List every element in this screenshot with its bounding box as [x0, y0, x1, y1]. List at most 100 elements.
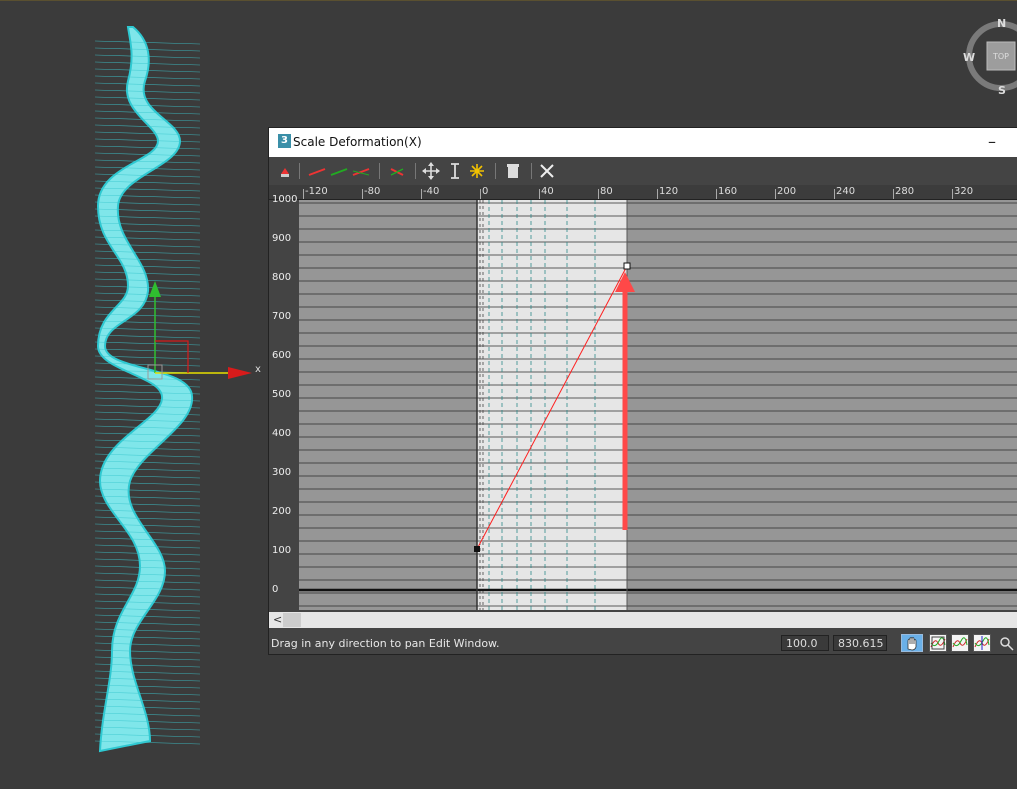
mesh-segment — [94, 614, 201, 619]
mesh-segment — [94, 75, 201, 80]
insert-corner-point-icon[interactable] — [467, 161, 487, 181]
mesh-segment — [94, 264, 201, 269]
graph-area[interactable]: 1000 900 800 700 600 500 400 300 200 100 0 — [269, 194, 1017, 610]
control-point-end[interactable] — [623, 262, 631, 270]
compass-west: W — [963, 51, 975, 64]
ruler-tick — [303, 189, 304, 199]
ruler-tick — [539, 189, 540, 199]
gizmo-xy-plane[interactable] — [155, 340, 189, 373]
ruler-label: 320 — [954, 186, 974, 197]
mesh-segment — [94, 649, 201, 654]
ruler: -120 -80 -40 0 40 80 120 160 200 240 280 320 — [269, 185, 1017, 200]
mesh-segment — [94, 89, 201, 94]
ruler-label: 280 — [895, 186, 915, 197]
ruler-tick — [480, 189, 481, 199]
scroll-left-icon[interactable]: < — [273, 613, 282, 627]
display-x-axis-icon[interactable] — [307, 161, 327, 181]
swap-curves-icon[interactable] — [387, 161, 407, 181]
hand-icon — [907, 637, 917, 651]
mesh-segment — [94, 523, 201, 528]
mesh-segment — [94, 334, 201, 339]
gizmo-y-arrow-icon[interactable] — [149, 281, 161, 297]
gizmo-x-arrow-icon[interactable] — [228, 367, 252, 379]
zoom-horizontal-extents-button[interactable] — [951, 634, 969, 652]
curve-zoom-icon — [930, 636, 946, 650]
ruler-label: -80 — [364, 186, 381, 197]
zoom-region-button[interactable] — [997, 634, 1015, 652]
scale-deformation-dialog: 3 Scale Deformation(X) – -120 -80 -40 0 40 80… — [268, 127, 1017, 655]
viewcube[interactable]: TOP N W S — [958, 17, 1017, 97]
horizontal-scrollbar[interactable]: < — [269, 612, 1017, 628]
ruler-label: -120 — [305, 186, 328, 197]
move-control-point-icon[interactable] — [421, 161, 441, 181]
ruler-tick — [716, 189, 717, 199]
toolbar-separator — [415, 163, 416, 179]
ruler-label: 160 — [718, 186, 738, 197]
curve-plot[interactable] — [299, 200, 1017, 610]
y-label: 700 — [272, 311, 292, 322]
dialog-titlebar[interactable]: 3 Scale Deformation(X) – — [269, 128, 1017, 157]
compass-north: N — [997, 17, 1006, 30]
app-icon: 3 — [278, 134, 291, 148]
compass-south: S — [998, 84, 1006, 97]
delete-control-point-icon[interactable] — [503, 161, 523, 181]
mesh-segment — [94, 348, 201, 353]
active-range — [477, 200, 627, 610]
mesh-segment — [94, 621, 201, 626]
scroll-thumb[interactable] — [283, 613, 301, 627]
y-label: 600 — [272, 350, 292, 361]
ruler-tick — [421, 189, 422, 199]
mesh-segment — [94, 635, 201, 640]
mesh-segment — [94, 306, 201, 311]
minimize-button[interactable]: – — [981, 131, 1003, 153]
curve-zoom-h-icon — [952, 637, 968, 648]
mesh-segment — [94, 628, 201, 633]
y-label: 1000 — [272, 194, 298, 205]
mesh-segment — [94, 341, 201, 346]
y-label: 0 — [272, 584, 279, 595]
ruler-tick — [362, 189, 363, 199]
curve-zoom-v-icon — [974, 636, 990, 650]
gizmo-x-label: x — [255, 364, 261, 375]
plot-background — [299, 200, 1017, 610]
mesh-segment — [94, 96, 201, 101]
lock-aspect-icon[interactable] — [275, 161, 295, 181]
toolbar-separator — [379, 163, 380, 179]
mesh-segment — [94, 257, 201, 262]
viewcube-face-label: TOP — [992, 52, 1009, 61]
ruler-label: 0 — [482, 186, 489, 197]
y-label: 200 — [272, 506, 292, 517]
ruler-tick — [893, 189, 894, 199]
road-mesh[interactable] — [94, 26, 201, 753]
ruler-label: 80 — [600, 186, 613, 197]
y-label: 500 — [272, 389, 292, 400]
y-label: 900 — [272, 233, 292, 244]
pan-button[interactable] — [901, 634, 923, 652]
zoom-extents-button[interactable] — [929, 634, 947, 652]
mesh-segment — [94, 299, 201, 304]
mesh-segment — [94, 509, 201, 514]
toolbar — [269, 157, 1017, 185]
dialog-title: Scale Deformation(X) — [293, 135, 422, 149]
toolbar-separator — [531, 163, 532, 179]
y-label: 100 — [272, 545, 292, 556]
status-message: Drag in any direction to pan Edit Window… — [271, 637, 500, 650]
mesh-segment — [94, 40, 201, 45]
ruler-label: 200 — [777, 186, 797, 197]
magnifier-icon — [1000, 637, 1014, 651]
scale-control-point-icon[interactable] — [445, 161, 465, 181]
ruler-label: 120 — [659, 186, 679, 197]
position-field[interactable]: 100.0 — [781, 635, 829, 651]
mesh-segment — [94, 145, 201, 150]
y-label: 300 — [272, 467, 292, 478]
reset-curve-icon[interactable] — [537, 161, 557, 181]
ruler-label: -40 — [423, 186, 440, 197]
zoom-vertical-extents-button[interactable] — [973, 634, 991, 652]
control-point-start[interactable] — [474, 546, 480, 552]
value-field[interactable]: 830.615 — [833, 635, 887, 651]
mesh-segment — [94, 82, 201, 87]
display-xy-axes-icon[interactable] — [351, 161, 371, 181]
mesh-segment — [94, 271, 201, 276]
display-y-axis-icon[interactable] — [329, 161, 349, 181]
ruler-label: 40 — [541, 186, 554, 197]
